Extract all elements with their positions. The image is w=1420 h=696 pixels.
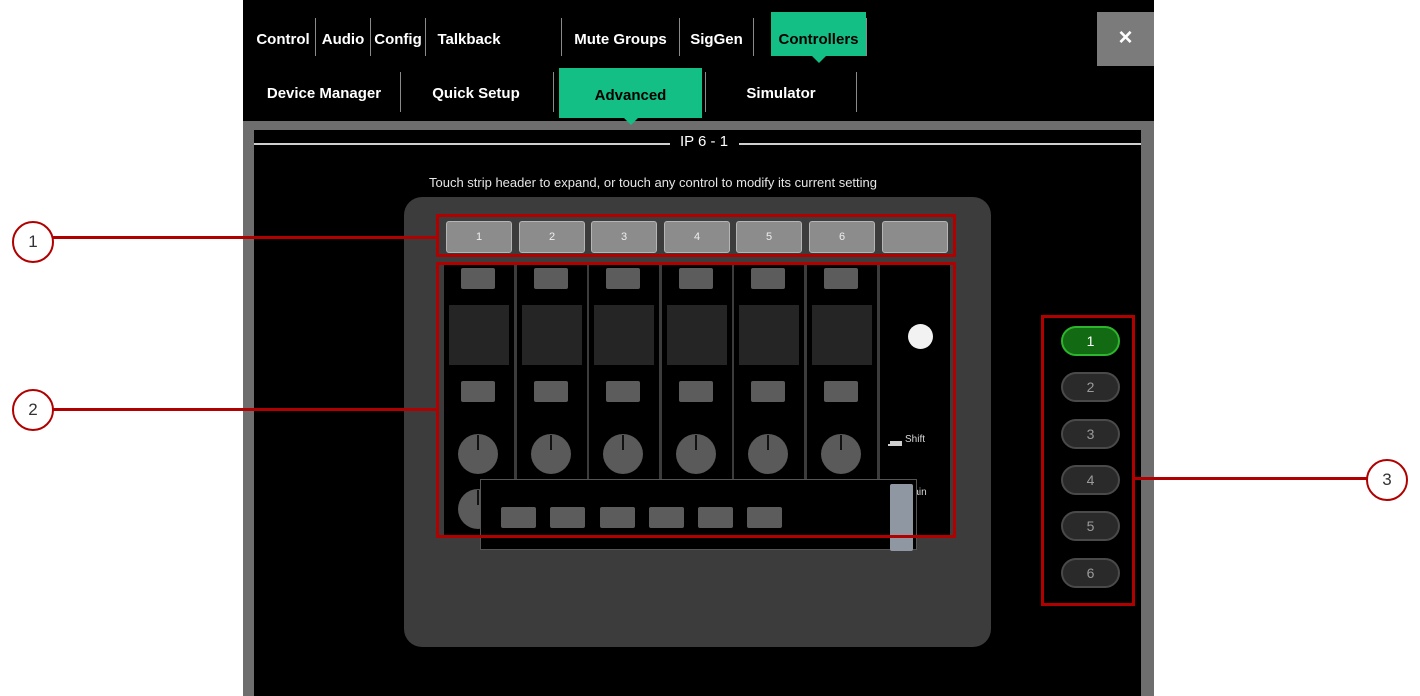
tab-mute-groups[interactable]: Mute Groups bbox=[562, 12, 679, 56]
tab-separator bbox=[856, 72, 857, 112]
callout-line-2 bbox=[50, 408, 436, 411]
panel-title: IP 6 - 1 bbox=[679, 133, 729, 150]
tab-control[interactable]: Control bbox=[251, 12, 315, 56]
sub-tab-bar: Device Manager Quick Setup Advanced Simu… bbox=[243, 66, 1154, 125]
callout-line-1 bbox=[50, 236, 436, 239]
tab-separator bbox=[866, 18, 867, 56]
close-icon: × bbox=[1118, 24, 1133, 51]
annotation-box-strip-controls bbox=[436, 262, 956, 538]
tab-separator bbox=[753, 18, 754, 56]
annotation-box-strip-headers bbox=[436, 214, 956, 257]
tab-device-manager[interactable]: Device Manager bbox=[251, 66, 397, 118]
tab-quick-setup[interactable]: Quick Setup bbox=[401, 66, 551, 118]
tab-simulator[interactable]: Simulator bbox=[706, 66, 856, 118]
tab-separator bbox=[553, 72, 554, 112]
callout-line-3 bbox=[1135, 477, 1368, 480]
title-rule-right bbox=[739, 143, 1141, 145]
tab-config[interactable]: Config bbox=[371, 12, 425, 56]
tab-talkback[interactable]: Talkback bbox=[426, 12, 512, 56]
title-rule-left bbox=[254, 143, 670, 145]
callout-3: 3 bbox=[1366, 459, 1408, 501]
callout-2: 2 bbox=[12, 389, 54, 431]
tab-siggen[interactable]: SigGen bbox=[680, 12, 753, 56]
callout-1: 1 bbox=[12, 221, 54, 263]
annotation-box-page-buttons bbox=[1041, 315, 1135, 606]
top-tab-bar: Control Audio Config Talkback Mute Group… bbox=[243, 0, 1154, 66]
close-button[interactable]: × bbox=[1097, 12, 1154, 66]
tab-advanced[interactable]: Advanced bbox=[559, 68, 702, 125]
instruction-text: Touch strip header to expand, or touch a… bbox=[428, 175, 878, 190]
tab-controllers[interactable]: Controllers bbox=[771, 12, 866, 63]
tab-audio[interactable]: Audio bbox=[316, 12, 370, 56]
